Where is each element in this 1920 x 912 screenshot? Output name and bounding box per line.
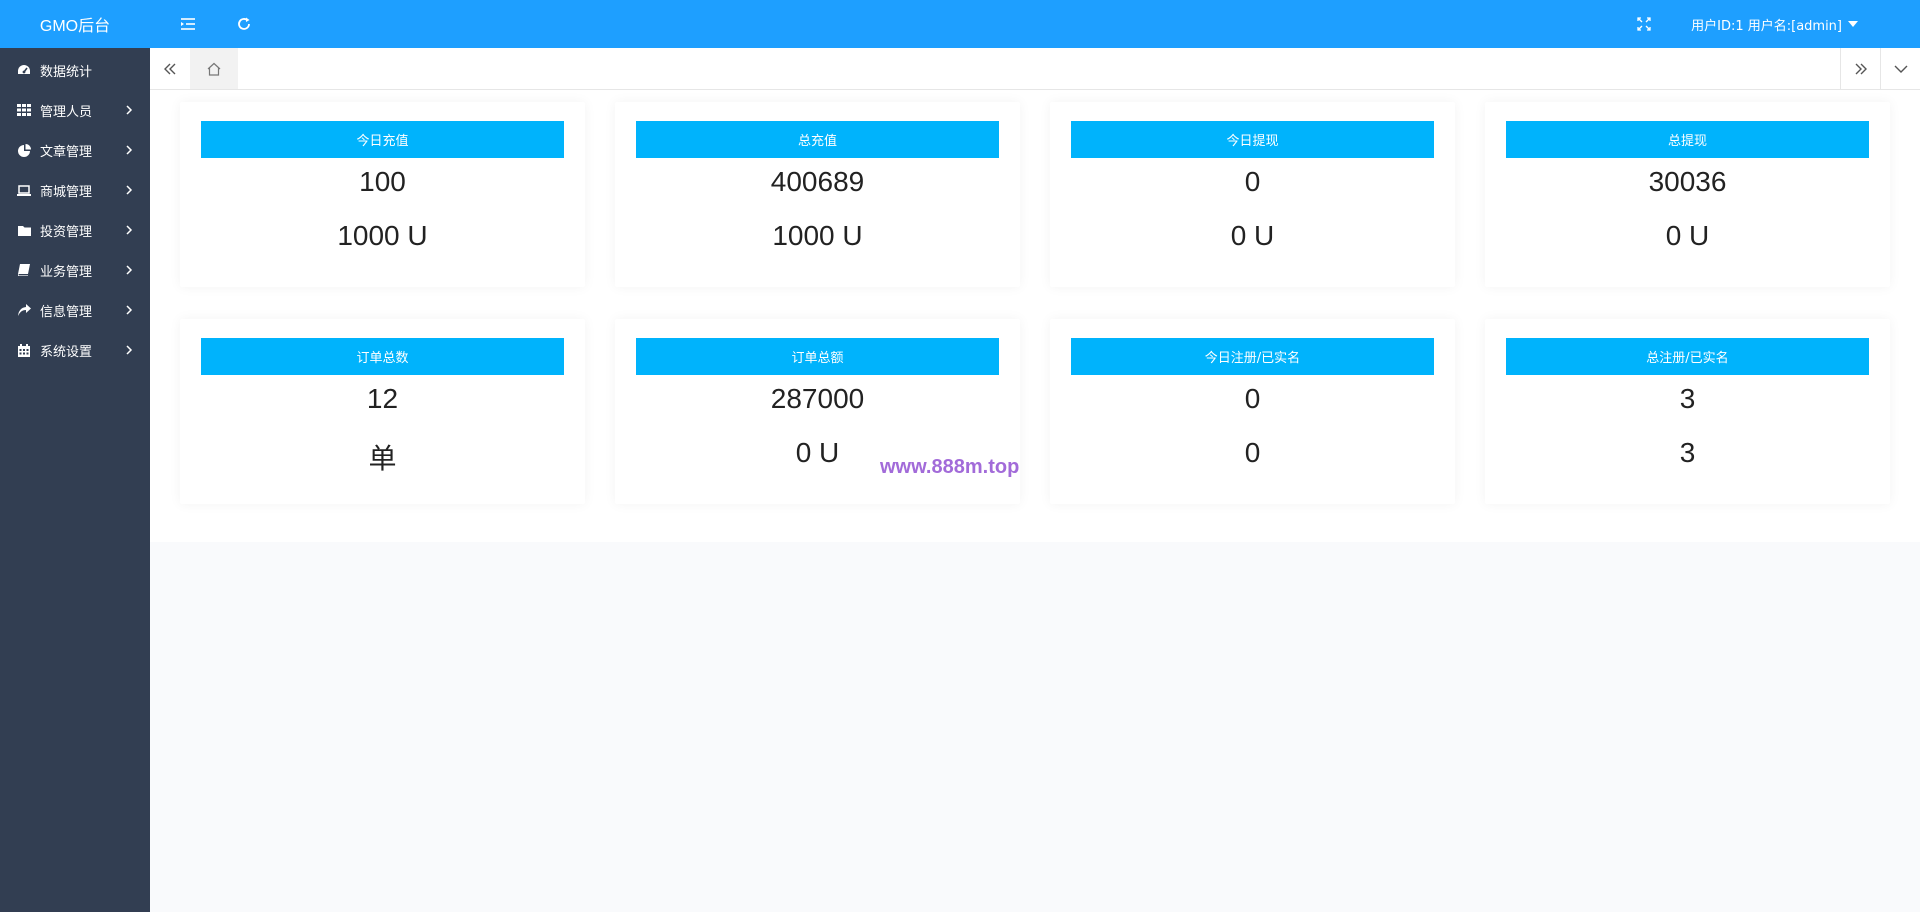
- stat-card-total-recharge: 总充值 400689 1000 U: [615, 102, 1020, 287]
- chevron-right-icon: [124, 185, 134, 195]
- card-value-secondary: 1000 U: [772, 220, 863, 251]
- chevron-right-icon: [124, 345, 134, 355]
- sidebar-menu: 数据统计 管理人员 文章管理 商城管理 投资管理 业务管理 信息管理 系统设置: [0, 50, 150, 370]
- card-value-primary: 3: [1679, 383, 1696, 414]
- card-value-primary: 0: [1244, 166, 1261, 197]
- scroll-tabs-right-button[interactable]: [1840, 48, 1880, 89]
- card-title: 订单总额: [636, 338, 999, 375]
- double-chevron-left-icon: [164, 63, 176, 74]
- card-value-primary: 12: [366, 383, 399, 414]
- card-title: 今日提现: [1071, 121, 1434, 158]
- laptop-icon: [17, 183, 31, 197]
- sidebar-item-label: 数据统计: [40, 64, 93, 80]
- stat-card-today-recharge: 今日充值 100 1000 U: [180, 102, 585, 287]
- card-title: 总充值: [636, 121, 999, 158]
- sidebar-item-label: 信息管理: [40, 304, 93, 320]
- chevron-right-icon: [124, 265, 134, 275]
- stat-card-total-register: 总注册/已实名 3 3: [1485, 319, 1890, 504]
- card-title: 今日充值: [201, 121, 564, 158]
- sidebar-item-label: 投资管理: [40, 224, 93, 240]
- fullscreen-icon: [1637, 17, 1651, 31]
- user-menu[interactable]: 用户ID:1 用户名:[admin]: [1691, 0, 1858, 48]
- calendar-icon: [17, 343, 31, 357]
- sidebar-item-label: 管理人员: [40, 104, 93, 120]
- card-title: 总提现: [1506, 121, 1869, 158]
- main-content: 今日充值 100 1000 U 总充值 400689 1000 U 今日提现 0…: [150, 90, 1920, 542]
- sidebar-item-admins[interactable]: 管理人员: [0, 90, 150, 130]
- card-value-secondary: 0: [1244, 437, 1261, 468]
- grid-icon: [17, 103, 31, 117]
- chevron-right-icon: [124, 225, 134, 235]
- card-value-secondary: 3: [1679, 437, 1696, 468]
- chevron-right-icon: [124, 145, 134, 155]
- card-value-secondary: 单: [368, 443, 397, 474]
- folder-icon: [17, 223, 31, 237]
- pie-chart-icon: [17, 143, 31, 157]
- stat-card-today-register: 今日注册/已实名 0 0: [1050, 319, 1455, 504]
- card-value-primary: 400689: [770, 166, 865, 197]
- sidebar-item-investment[interactable]: 投资管理: [0, 210, 150, 250]
- card-value-primary: 287000: [770, 383, 865, 414]
- sidebar-item-business[interactable]: 业务管理: [0, 250, 150, 290]
- card-value-secondary: 0 U: [1665, 220, 1710, 251]
- share-icon: [17, 303, 31, 317]
- sidebar-item-data-stats[interactable]: 数据统计: [0, 50, 150, 90]
- sidebar-item-label: 商城管理: [40, 184, 93, 200]
- sidebar-item-shop[interactable]: 商城管理: [0, 170, 150, 210]
- sidebar-item-label: 业务管理: [40, 264, 93, 280]
- tab-home[interactable]: [190, 48, 238, 89]
- sidebar-item-settings[interactable]: 系统设置: [0, 330, 150, 370]
- fullscreen-button[interactable]: [1634, 14, 1654, 34]
- stat-card-total-withdraw: 总提现 30036 0 U: [1485, 102, 1890, 287]
- refresh-icon: [238, 17, 250, 30]
- watermark-text: www.888m.top: [880, 456, 1020, 478]
- home-icon: [207, 62, 221, 76]
- caret-down-icon: [1848, 21, 1858, 27]
- sidebar-item-label: 系统设置: [40, 344, 93, 360]
- chevron-right-icon: [124, 305, 134, 315]
- card-title: 订单总数: [201, 338, 564, 375]
- sidebar: GMO后台 数据统计 管理人员 文章管理 商城管理 投资管理 业务管理 信息管理…: [0, 0, 150, 912]
- book-icon: [17, 263, 31, 277]
- stat-card-today-withdraw: 今日提现 0 0 U: [1050, 102, 1455, 287]
- stat-card-order-count: 订单总数 12 单: [180, 319, 585, 504]
- tab-options-button[interactable]: [1880, 48, 1920, 89]
- card-value-primary: 100: [359, 166, 406, 197]
- card-value-primary: 30036: [1648, 166, 1727, 197]
- card-value-primary: 0: [1244, 383, 1261, 414]
- card-title: 今日注册/已实名: [1071, 338, 1434, 375]
- scroll-tabs-left-button[interactable]: [150, 48, 190, 89]
- sidebar-item-articles[interactable]: 文章管理: [0, 130, 150, 170]
- tab-bar: [150, 48, 1920, 90]
- refresh-button[interactable]: [234, 14, 254, 34]
- menu-indent-icon: [181, 18, 195, 30]
- sidebar-item-messages[interactable]: 信息管理: [0, 290, 150, 330]
- collapse-menu-button[interactable]: [178, 14, 198, 34]
- chevron-right-icon: [124, 105, 134, 115]
- double-chevron-right-icon: [1855, 63, 1867, 74]
- card-value-secondary: 0 U: [1230, 220, 1275, 251]
- card-title: 总注册/已实名: [1506, 338, 1869, 375]
- card-value-secondary: 1000 U: [337, 220, 428, 251]
- top-header: 用户ID:1 用户名:[admin]: [150, 0, 1920, 48]
- app-logo[interactable]: GMO后台: [0, 0, 150, 48]
- user-info-text: 用户ID:1 用户名:[admin]: [1691, 18, 1842, 34]
- dashboard-icon: [17, 63, 31, 77]
- sidebar-item-label: 文章管理: [40, 144, 93, 160]
- chevron-down-icon: [1894, 65, 1907, 73]
